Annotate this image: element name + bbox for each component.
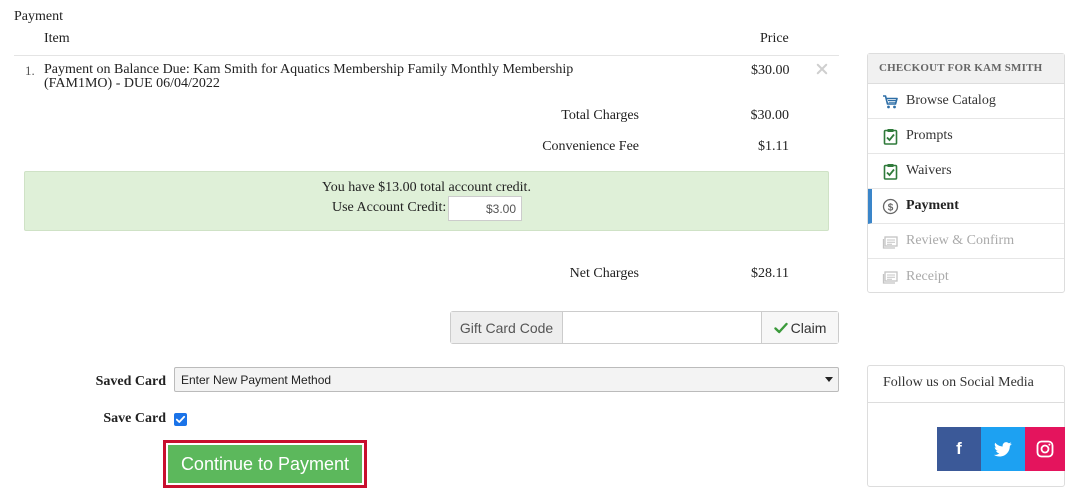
step-waivers[interactable]: Waivers [868,154,1064,189]
convenience-fee-value: $1.11 [758,139,789,154]
total-charges-value: $30.00 [750,108,790,123]
step-label: Receipt [906,268,949,284]
step-review-confirm[interactable]: Review & Confirm [868,224,1064,259]
line-item-price: $30.00 [751,63,790,78]
clipboard-check-icon [883,163,898,180]
dollar-circle-icon: $ [882,198,899,214]
gift-card-input[interactable] [563,312,762,343]
save-card-label: Save Card [103,411,166,426]
social-media-panel: Follow us on Social Media f [867,365,1065,487]
save-card-checkbox[interactable] [174,413,187,426]
step-receipt[interactable]: Receipt [868,259,1064,294]
ticket-icon [882,271,898,284]
svg-text:$: $ [888,202,894,213]
saved-card-selected-value: Enter New Payment Method [181,373,332,387]
line-item-number: 1. [25,63,35,78]
column-header-price: Price [760,31,789,46]
instagram-icon [1036,440,1054,458]
step-browse-catalog[interactable]: Browse Catalog [868,84,1064,119]
instagram-button[interactable] [1025,427,1065,471]
checkout-heading: CHECKOUT FOR KAM SMITH [868,54,1064,84]
clipboard-check-icon [883,128,898,145]
line-item-description: Payment on Balance Due: Kam Smith for Aq… [44,62,574,91]
facebook-button[interactable]: f [937,427,981,471]
remove-item-icon[interactable] [814,61,830,77]
step-label: Browse Catalog [906,93,996,108]
net-charges-label: Net Charges [569,266,639,281]
account-credit-panel: You have $13.00 total account credit. Us… [24,171,829,231]
twitter-icon [994,441,1012,457]
cart-icon [883,94,898,108]
use-account-credit-input[interactable] [448,196,522,221]
step-payment[interactable]: $ Payment [868,189,1064,224]
checkout-steps-panel: CHECKOUT FOR KAM SMITH Browse Catalog Pr… [867,53,1065,293]
total-charges-label: Total Charges [561,108,639,123]
step-label: Waivers [906,163,952,178]
saved-card-label: Saved Card [95,374,166,389]
account-credit-message: You have $13.00 total account credit. [322,180,531,195]
step-label: Payment [906,198,959,213]
check-icon [773,322,788,333]
claim-button-label: Claim [790,319,827,336]
net-charges-value: $28.11 [751,266,789,281]
claim-button[interactable]: Claim [762,312,838,343]
facebook-icon: f [956,439,962,458]
convenience-fee-label: Convenience Fee [542,139,639,154]
social-heading: Follow us on Social Media [868,366,1064,403]
checkmark-icon [175,415,186,423]
continue-to-payment-button[interactable]: Continue to Payment [168,445,362,483]
section-title: Payment [14,9,63,24]
step-label: Prompts [906,128,953,143]
gift-card-label: Gift Card Code [451,312,563,343]
step-prompts[interactable]: Prompts [868,119,1064,154]
saved-card-select[interactable]: Enter New Payment Method [174,367,839,392]
twitter-button[interactable] [981,427,1025,471]
gift-card-group: Gift Card Code Claim [450,311,839,344]
ticket-icon [882,235,898,249]
use-account-credit-label: Use Account Credit: [332,200,447,215]
step-label: Review & Confirm [906,233,1015,248]
column-header-item: Item [44,31,70,46]
header-divider [14,55,839,56]
dropdown-arrow-icon [825,377,833,382]
